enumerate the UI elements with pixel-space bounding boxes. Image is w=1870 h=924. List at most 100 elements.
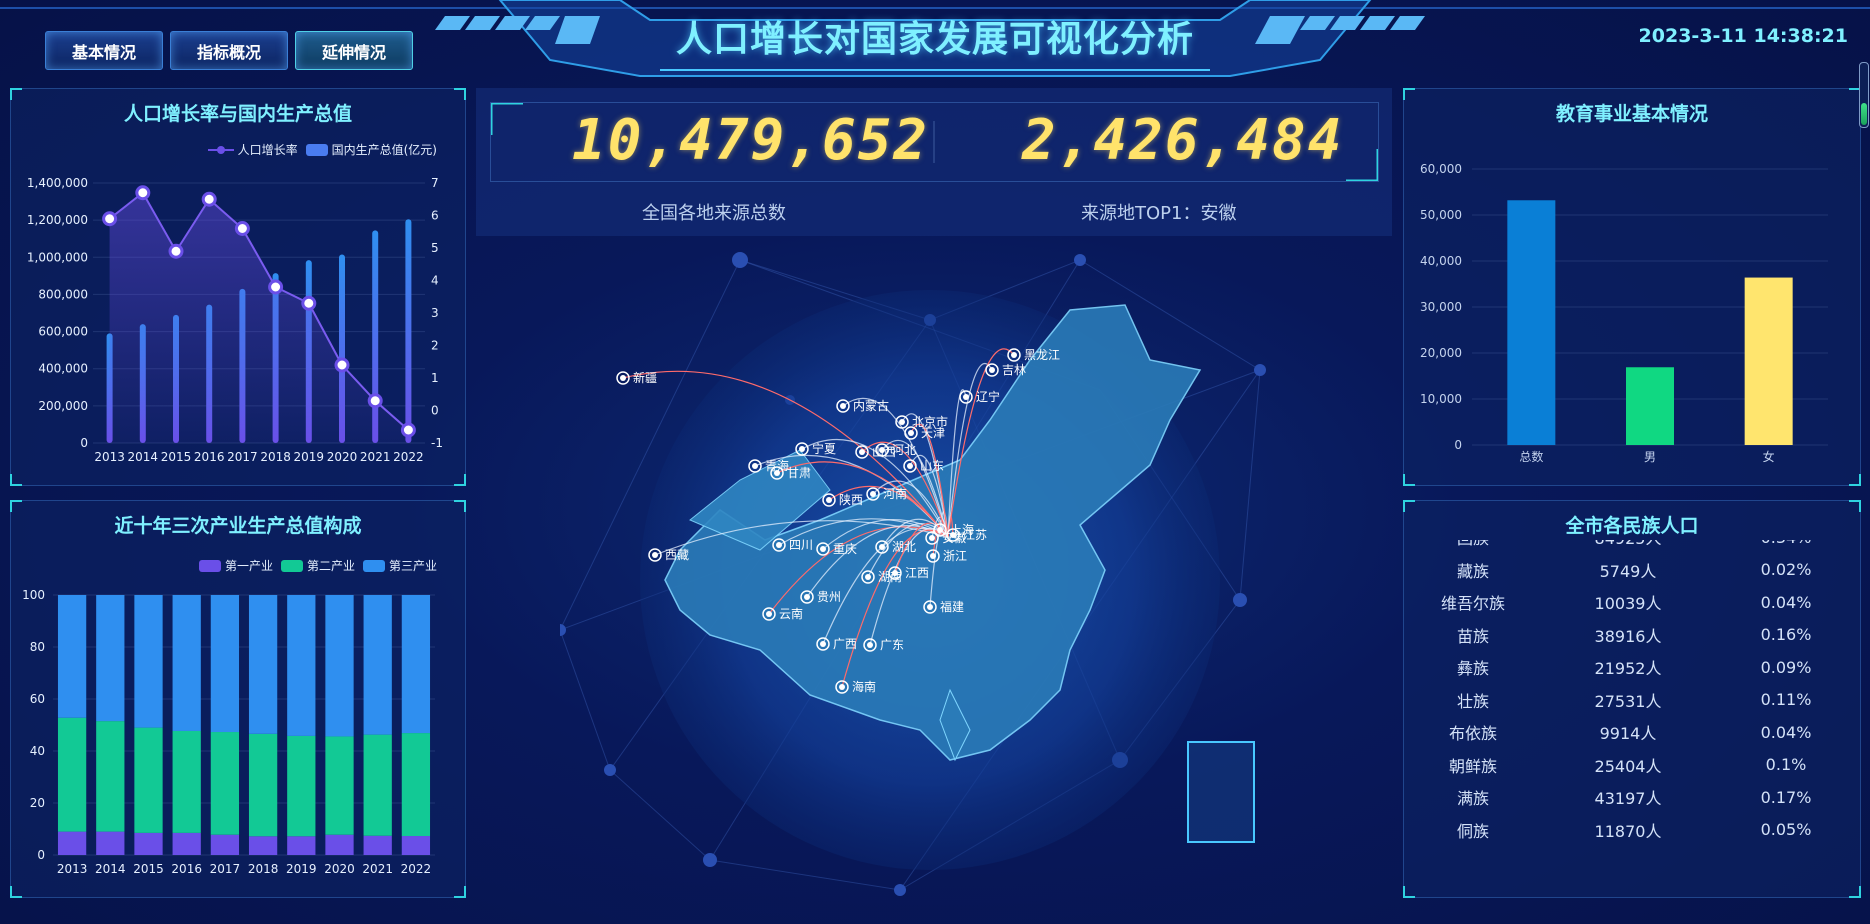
ethnic-count: 10039人: [1594, 594, 1662, 614]
kpi-total-value: 10,479,652: [572, 108, 930, 173]
nav-basic-button[interactable]: 基本情况: [45, 31, 163, 70]
gdp-growth-panel: 人口增长率与国内生产总值 人口增长率 国内生产总值(亿元) 0 200,000 40…: [10, 88, 466, 486]
y-left-tick-label: 1,000,000: [27, 250, 88, 264]
city-marker-dot: [1011, 352, 1017, 358]
ethnic-table[interactable]: 回族84925人0.34% 藏族 5749人 0.02% 维吾尔族 10039人 0.04%…: [1403, 540, 1859, 866]
industry-panel: 近十年三次产业生产总值构成 第一产业 第二产业 第三产业 0 20 40 60 80 10…: [10, 500, 466, 898]
city-label: 内蒙古: [853, 398, 889, 413]
ethnic-row: 朝鲜族 25404人 0.1%: [1403, 749, 1859, 782]
growth-point: [102, 211, 118, 227]
x-tick-label: 2020: [327, 450, 358, 464]
nav-indicator-button[interactable]: 指标概况: [170, 31, 288, 70]
y-right-tick-label: 5: [431, 241, 439, 255]
city-marker-dot: [870, 491, 876, 497]
city-marker-dot: [907, 463, 913, 469]
industry-bar-segment: [287, 735, 316, 837]
ethnic-pct: 0.05%: [1760, 820, 1812, 840]
city-marker-dot: [892, 570, 898, 576]
x-tick-label: 2017: [227, 450, 258, 464]
x-tick-label: 2020: [324, 862, 355, 876]
ethnic-count: 43197人: [1594, 789, 1662, 809]
industry-bar-segment: [210, 732, 240, 835]
city-label: 福建: [940, 599, 964, 614]
ethnic-row: 回族84925人0.34%: [1403, 540, 1859, 554]
ethnic-pct: 0.17%: [1760, 787, 1812, 807]
y-tick-label: 0: [1454, 438, 1462, 452]
industry-bar-segment: [172, 595, 201, 731]
y-tick-label: 30,000: [1420, 300, 1462, 314]
ethnic-row: 维吾尔族 10039人 0.04%: [1403, 586, 1859, 619]
y-tick-label: 0: [37, 848, 45, 862]
city-marker-dot: [804, 594, 810, 600]
industry-bar-segment: [401, 595, 431, 734]
growth-point: [367, 393, 383, 409]
y-left-tick-label: 1,400,000: [27, 176, 88, 190]
vertical-scrollbar[interactable]: [1859, 62, 1869, 128]
china-flow-map[interactable]: 新疆西藏青海甘肃宁夏内蒙古陕西四川 重庆云南贵州广西海南广东湖南 江西福建湖北浙江上…: [560, 250, 1310, 900]
ethnic-name: 壮族: [1456, 691, 1489, 711]
city-label: 海南: [852, 679, 876, 694]
ethnic-row: 彝族 21952人 0.09%: [1403, 651, 1859, 684]
ethnic-name: 布依族: [1448, 724, 1497, 744]
growth-area: [109, 192, 409, 443]
south-sea-inset: [1187, 741, 1255, 843]
industry-bar-segment: [134, 832, 163, 855]
y-left-tick-label: 400,000: [38, 362, 88, 376]
y-tick-label: 40,000: [1420, 254, 1462, 268]
ethnic-name: 朝鲜族: [1448, 756, 1497, 776]
y-tick-label: 80: [30, 640, 45, 654]
city-marker-dot: [989, 367, 995, 373]
industry-bar-segment: [287, 836, 316, 855]
city-label: 贵州: [817, 590, 841, 604]
x-tick-label: 2019: [286, 862, 317, 876]
x-tick-label: 总数: [1519, 449, 1543, 464]
city-label: 辽宁: [976, 389, 1000, 404]
y-left-tick-label: 800,000: [38, 287, 88, 301]
kpi-panel: 10,479,652 2,426,484 全国各地来源总数 来源地TOP1：安徽: [476, 88, 1392, 236]
ethnic-name: 满族: [1456, 789, 1489, 809]
ethnic-pct: 0.16%: [1760, 625, 1812, 645]
ethnic-pct: 0.34%: [1713, 540, 1859, 547]
nav-extension-button[interactable]: 延伸情况: [295, 31, 413, 70]
education-panel: 教育事业基本情况 0 10,000 20,000 30,000 40,000 50,000…: [1403, 88, 1861, 486]
x-tick-label: 2022: [401, 862, 432, 876]
y-left-tick-label: 200,000: [38, 399, 88, 413]
ethnic-pct: 0.1%: [1765, 755, 1807, 775]
city-label: 宁夏: [812, 441, 836, 456]
city-label: 广东: [880, 638, 904, 652]
scrollbar-thumb[interactable]: [1861, 103, 1867, 125]
industry-bar-segment: [210, 595, 240, 733]
industry-bar-segment: [134, 595, 163, 728]
industry-bar-segment: [134, 727, 163, 833]
city-label: 四川: [789, 538, 813, 552]
city-marker-dot: [950, 532, 956, 538]
ethnic-count: 84925人: [1543, 540, 1713, 549]
city-label: 吉林: [1002, 363, 1026, 377]
x-tick-label: 2013: [57, 862, 88, 876]
city-marker-dot: [879, 544, 885, 550]
industry-bar-segment: [363, 734, 392, 836]
x-tick-label: 2021: [360, 450, 391, 464]
y-tick-label: 20: [30, 796, 45, 810]
ethnic-name: 苗族: [1456, 626, 1489, 646]
x-tick-label: 2015: [133, 862, 164, 876]
y-tick-label: 100: [22, 588, 45, 602]
datetime-display: 2023-3-11 14:38:21: [1638, 25, 1848, 47]
city-marker-dot: [930, 553, 936, 559]
industry-bar-segment: [96, 595, 125, 722]
education-bar: [1507, 200, 1556, 445]
y-right-tick-label: 0: [431, 404, 439, 418]
city-label: 天津: [921, 426, 945, 440]
gdp-bar: [405, 219, 412, 443]
ethnic-pct: 0.11%: [1760, 690, 1812, 710]
city-marker-dot: [826, 497, 832, 503]
growth-point: [201, 191, 217, 207]
industry-bar-segment: [57, 595, 87, 718]
ethnic-row: 布依族 9914人 0.04%: [1403, 716, 1859, 749]
ethnic-row: 侗族 11870人 0.05%: [1403, 814, 1859, 847]
ethnic-pct: 0.04%: [1760, 592, 1812, 612]
city-marker-dot: [799, 446, 805, 452]
city-marker-dot: [879, 447, 885, 453]
city-label: 湖北: [892, 539, 916, 554]
city-label: 河北: [892, 443, 916, 457]
